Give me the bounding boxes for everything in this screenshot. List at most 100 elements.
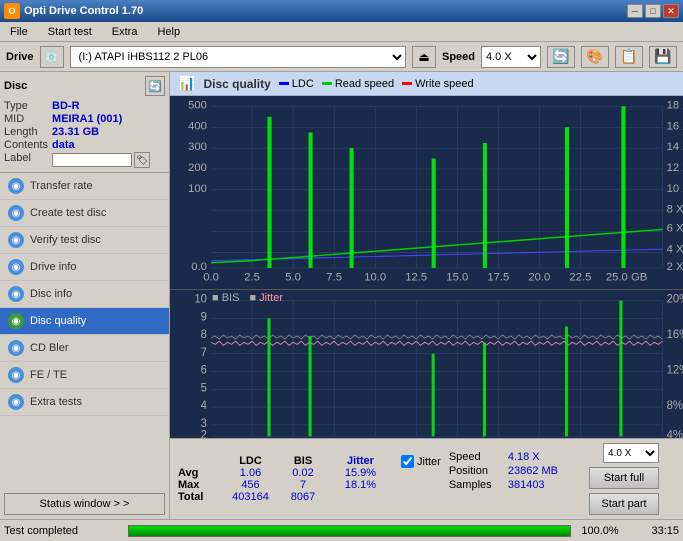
disc-refresh-button[interactable]: 🔄 — [145, 76, 165, 96]
svg-text:16%: 16% — [667, 329, 683, 341]
main-content: Disc 🔄 Type BD-R MID MEIRA1 (001) Length… — [0, 72, 683, 519]
position-key: Position — [449, 465, 504, 477]
sidebar-item-disc-info[interactable]: ◉ Disc info — [0, 281, 169, 308]
svg-text:18 X: 18 X — [667, 99, 683, 111]
app-icon: O — [4, 3, 20, 19]
svg-text:8: 8 — [201, 329, 207, 341]
drive-select[interactable]: (I:) ATAPI iHBS112 2 PL06 — [70, 46, 406, 68]
row-avg-bis: 0.02 — [278, 467, 328, 479]
label-label: Label — [4, 152, 48, 168]
contents-value: data — [52, 139, 165, 151]
write-speed-label: Write speed — [415, 78, 474, 90]
col-bis: BIS — [278, 455, 328, 467]
svg-text:4%: 4% — [667, 429, 683, 438]
samples-val: 381403 — [508, 479, 573, 491]
sidebar-item-label: Disc quality — [30, 315, 86, 327]
svg-text:0.0: 0.0 — [203, 271, 219, 283]
samples-key: Samples — [449, 479, 504, 491]
sidebar-item-fe-te[interactable]: ◉ FE / TE — [0, 362, 169, 389]
label-input[interactable] — [52, 153, 132, 167]
sidebar-item-transfer-rate[interactable]: ◉ Transfer rate — [0, 173, 169, 200]
svg-text:12 X: 12 X — [667, 162, 683, 174]
sidebar-item-label: Verify test disc — [30, 234, 101, 246]
speed-info: Speed 4.18 X Position 23862 MB Samples 3… — [449, 451, 573, 491]
svg-text:4 X: 4 X — [667, 243, 683, 255]
extra-tests-icon: ◉ — [8, 394, 24, 410]
charts-area: 500 400 300 200 100 0.0 18 X 16 X 14 X 1… — [170, 96, 683, 438]
start-full-button[interactable]: Start full — [589, 467, 659, 489]
row-max-bis: 7 — [278, 479, 328, 491]
svg-text:400: 400 — [188, 120, 207, 132]
row-max-jitter: 18.1% — [328, 479, 393, 491]
start-part-button[interactable]: Start part — [589, 493, 659, 515]
speed-dropdown[interactable]: 4.0 X — [603, 443, 659, 463]
mid-value: MEIRA1 (001) — [52, 113, 165, 125]
row-total-ldc: 403164 — [223, 491, 278, 503]
speed-select[interactable]: 4.0 X — [481, 46, 541, 68]
jitter-checkbox[interactable] — [401, 455, 414, 468]
menu-start-test[interactable]: Start test — [42, 24, 98, 40]
right-controls: 4.0 X Start full Start part — [589, 443, 659, 515]
progress-bar — [128, 525, 571, 537]
chart-header: 📊 Disc quality LDC Read speed Write spee… — [170, 72, 683, 96]
minimize-button[interactable]: ─ — [627, 4, 643, 18]
sidebar-item-verify-test-disc[interactable]: ◉ Verify test disc — [0, 227, 169, 254]
menu-help[interactable]: Help — [151, 24, 186, 40]
svg-text:12.5: 12.5 — [405, 271, 427, 283]
jitter-checkbox-area: Jitter — [401, 455, 441, 468]
disc-section: Disc 🔄 Type BD-R MID MEIRA1 (001) Length… — [0, 72, 169, 173]
sidebar-item-extra-tests[interactable]: ◉ Extra tests — [0, 389, 169, 416]
svg-text:20.0: 20.0 — [528, 271, 550, 283]
sidebar-item-label: FE / TE — [30, 369, 67, 381]
position-val: 23862 MB — [508, 465, 573, 477]
drive-info-icon: ◉ — [8, 259, 24, 275]
svg-text:5: 5 — [201, 382, 207, 394]
sidebar-item-cd-bler[interactable]: ◉ CD Bler — [0, 335, 169, 362]
status-text: Test completed — [4, 525, 124, 537]
type-value: BD-R — [52, 100, 165, 112]
col-ldc: LDC — [223, 455, 278, 467]
jitter-label: Jitter — [417, 456, 441, 468]
maximize-button[interactable]: □ — [645, 4, 661, 18]
drive-icon-btn[interactable]: 💿 — [40, 46, 64, 68]
label-icon-btn[interactable]: 🏷 — [134, 152, 150, 168]
svg-text:6 X: 6 X — [667, 222, 683, 234]
menu-extra[interactable]: Extra — [106, 24, 144, 40]
sidebar-menu: ◉ Transfer rate ◉ Create test disc ◉ Ver… — [0, 173, 169, 489]
app-title: Opti Drive Control 1.70 — [24, 5, 623, 17]
bottom-chart-svg: 10 9 8 7 6 5 4 3 2 1 20% 16% — [170, 290, 683, 438]
sidebar-item-create-test-disc[interactable]: ◉ Create test disc — [0, 200, 169, 227]
sidebar-item-disc-quality[interactable]: ◉ Disc quality — [0, 308, 169, 335]
row-max-label: Max — [178, 479, 223, 491]
fe-te-icon: ◉ — [8, 367, 24, 383]
disc-color-button[interactable]: 🎨 — [581, 46, 609, 68]
svg-text:15.0: 15.0 — [446, 271, 468, 283]
svg-text:2.5: 2.5 — [244, 271, 260, 283]
length-label: Length — [4, 126, 48, 138]
save-button[interactable]: 💾 — [649, 46, 677, 68]
info-button[interactable]: 📋 — [615, 46, 643, 68]
statusbar: Test completed 100.0% 33:15 — [0, 519, 683, 541]
elapsed-time: 33:15 — [629, 525, 679, 537]
svg-text:16 X: 16 X — [667, 120, 683, 132]
col-jitter: Jitter — [328, 455, 393, 467]
status-window-button[interactable]: Status window > > — [4, 493, 165, 515]
svg-text:12%: 12% — [667, 364, 683, 376]
verify-test-icon: ◉ — [8, 232, 24, 248]
svg-text:9: 9 — [201, 311, 207, 323]
write-speed-dot — [402, 82, 412, 85]
length-value: 23.31 GB — [52, 126, 165, 138]
eject-button[interactable]: ⏏ — [412, 46, 436, 68]
sidebar-item-drive-info[interactable]: ◉ Drive info — [0, 254, 169, 281]
svg-text:17.5: 17.5 — [487, 271, 509, 283]
disc-title: Disc — [4, 80, 27, 92]
row-avg-ldc: 1.06 — [223, 467, 278, 479]
type-label: Type — [4, 100, 48, 112]
menu-file[interactable]: File — [4, 24, 34, 40]
refresh-button[interactable]: 🔄 — [547, 46, 575, 68]
svg-text:8%: 8% — [667, 400, 683, 412]
menubar: File Start test Extra Help — [0, 22, 683, 42]
drive-label: Drive — [6, 51, 34, 63]
close-button[interactable]: ✕ — [663, 4, 679, 18]
svg-text:22.5: 22.5 — [569, 271, 591, 283]
